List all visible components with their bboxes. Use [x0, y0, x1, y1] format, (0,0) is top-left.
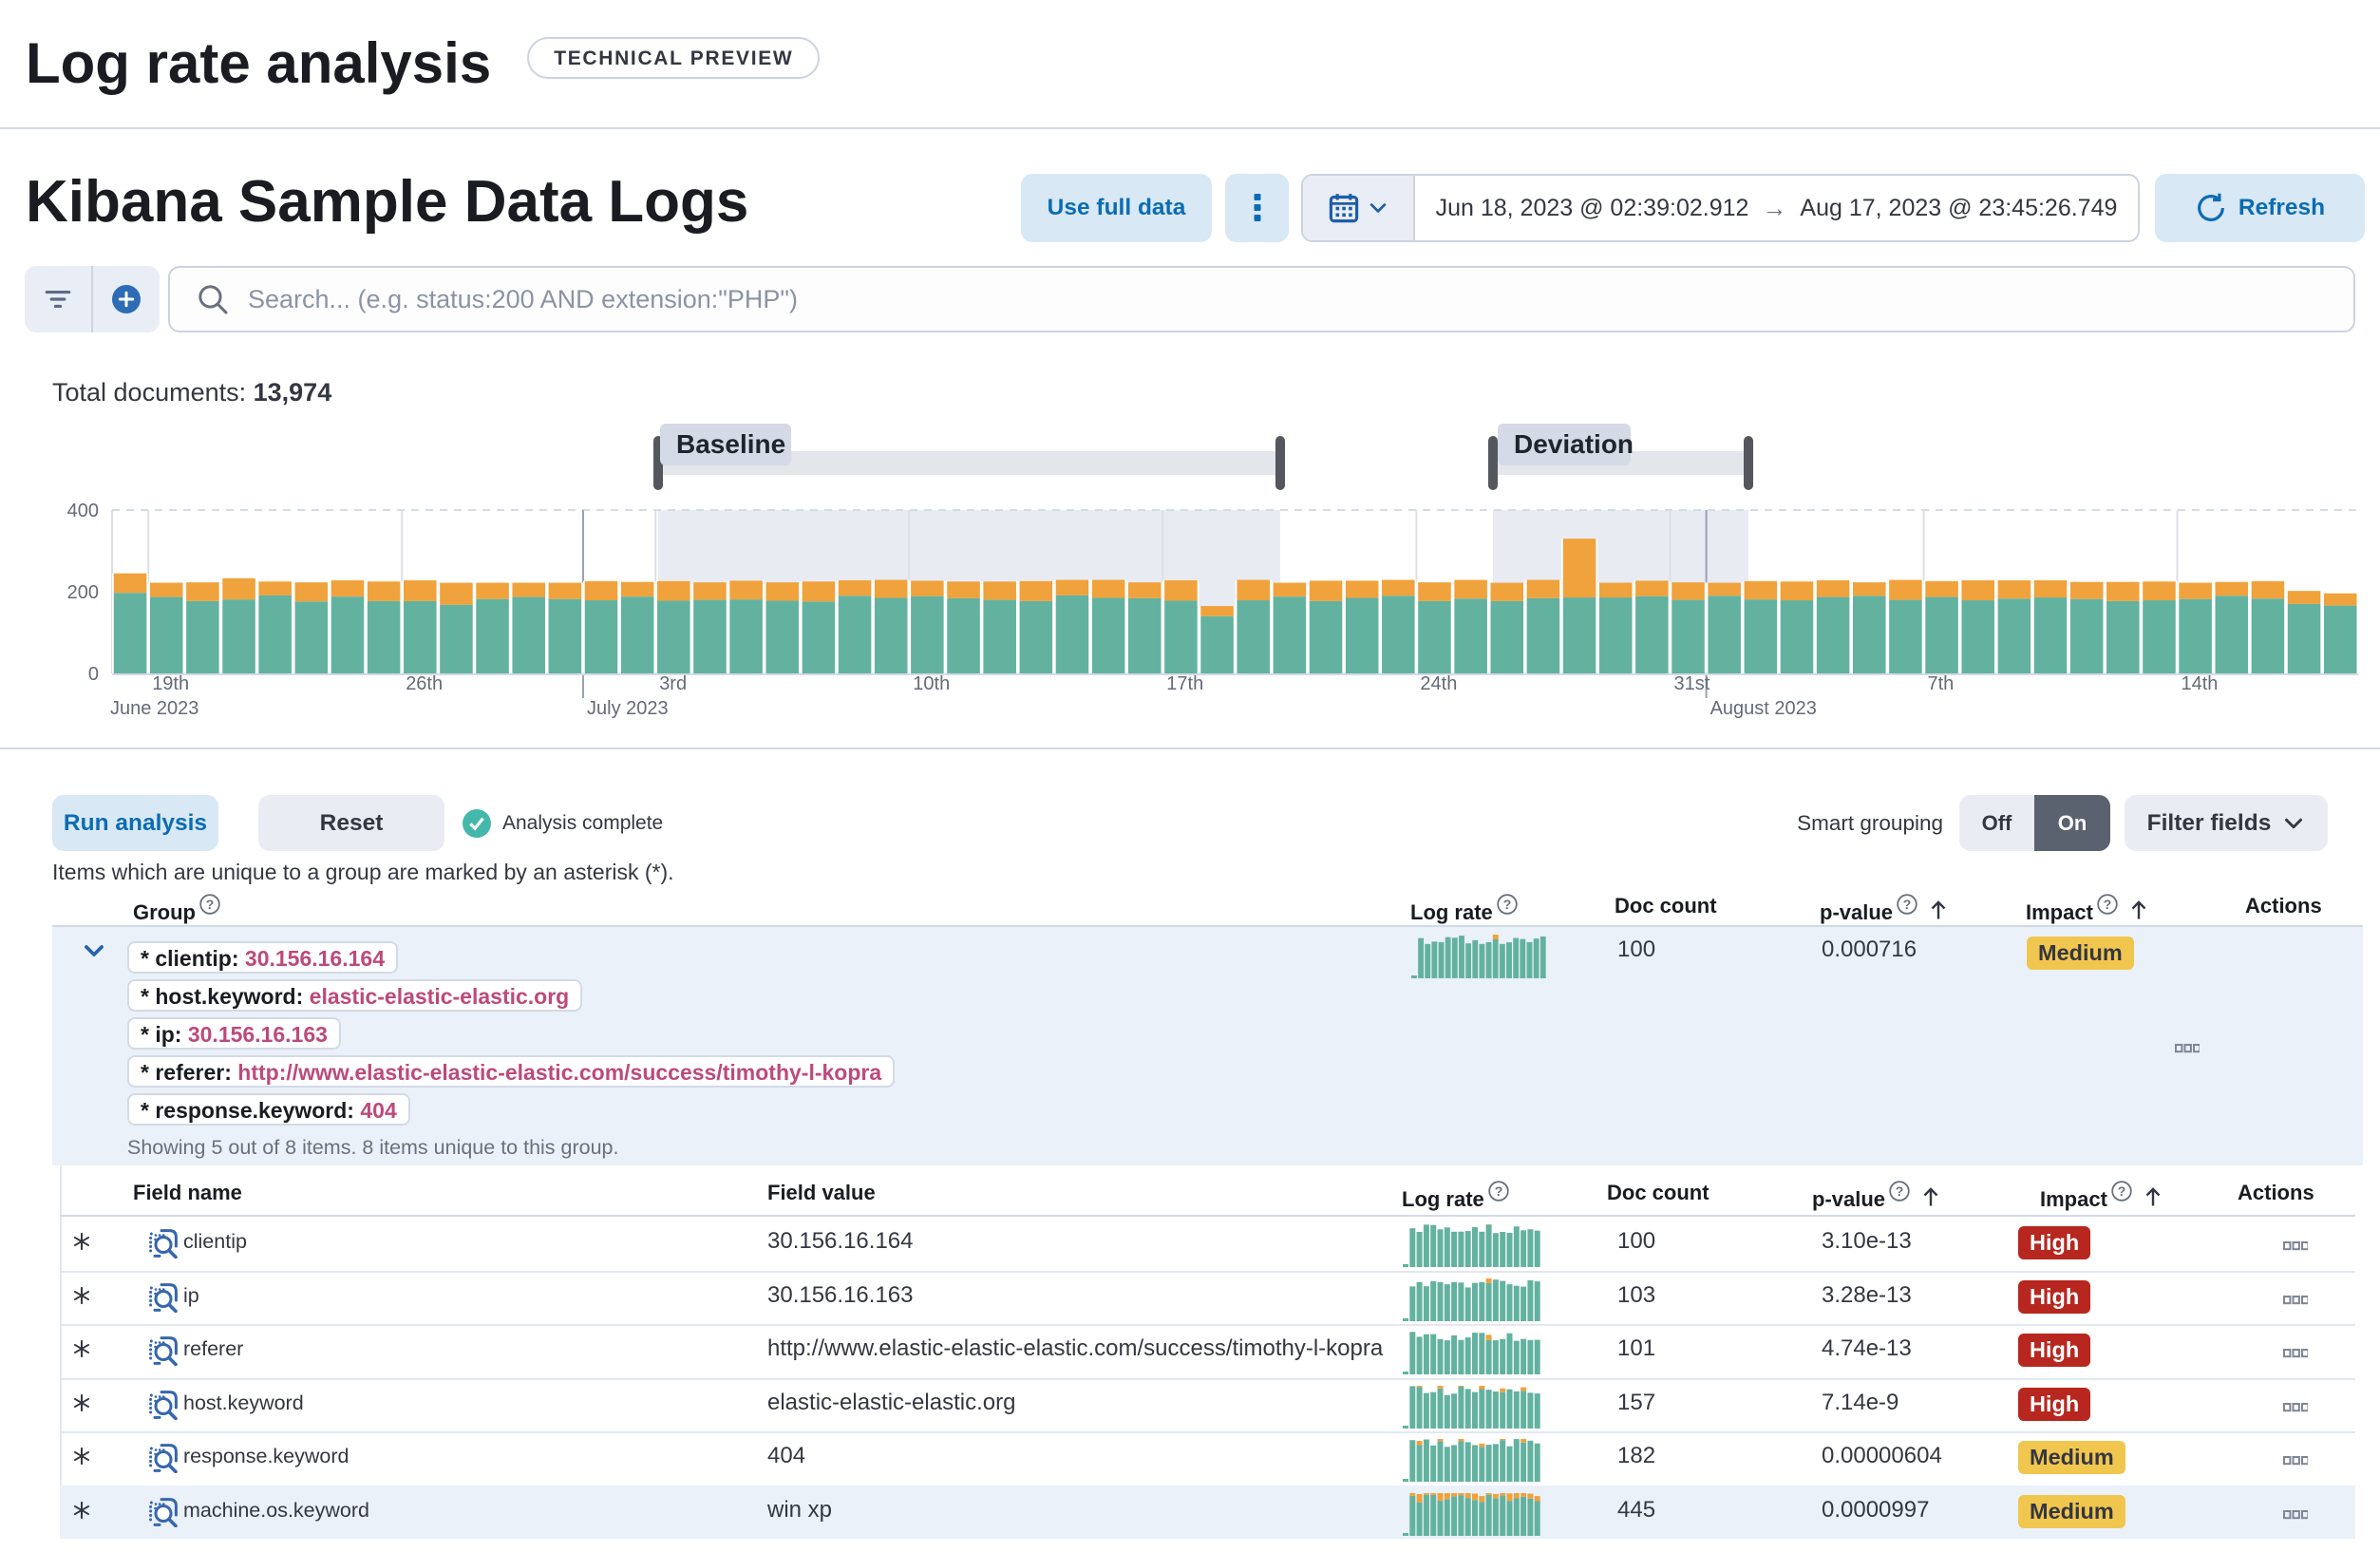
svg-text:14th: 14th [2182, 673, 2219, 694]
svg-text:17th: 17th [1166, 673, 1203, 694]
svg-text:24th: 24th [1420, 673, 1457, 694]
svg-text:7th: 7th [1928, 673, 1955, 694]
svg-text:31st: 31st [1674, 673, 1710, 694]
svg-text:?: ? [1903, 897, 1912, 912]
svg-text:19th: 19th [152, 673, 189, 694]
svg-text:3rd: 3rd [659, 673, 687, 694]
svg-text:200: 200 [67, 582, 99, 603]
svg-text:June 2023: June 2023 [110, 698, 198, 719]
svg-text:?: ? [2118, 1183, 2126, 1199]
svg-text:?: ? [1896, 1183, 1904, 1199]
svg-text:10th: 10th [913, 673, 950, 694]
svg-text:0: 0 [88, 664, 99, 685]
svg-text:Deviation: Deviation [1514, 429, 1634, 459]
svg-text:?: ? [1495, 1183, 1503, 1199]
svg-text:26th: 26th [406, 673, 443, 694]
svg-text:Baseline: Baseline [676, 429, 785, 459]
svg-text:July 2023: July 2023 [587, 698, 669, 719]
svg-text:?: ? [206, 897, 215, 912]
svg-text:400: 400 [67, 501, 99, 521]
svg-text:?: ? [1503, 897, 1512, 912]
svg-text:?: ? [2104, 897, 2112, 912]
svg-text:August 2023: August 2023 [1710, 698, 1817, 719]
